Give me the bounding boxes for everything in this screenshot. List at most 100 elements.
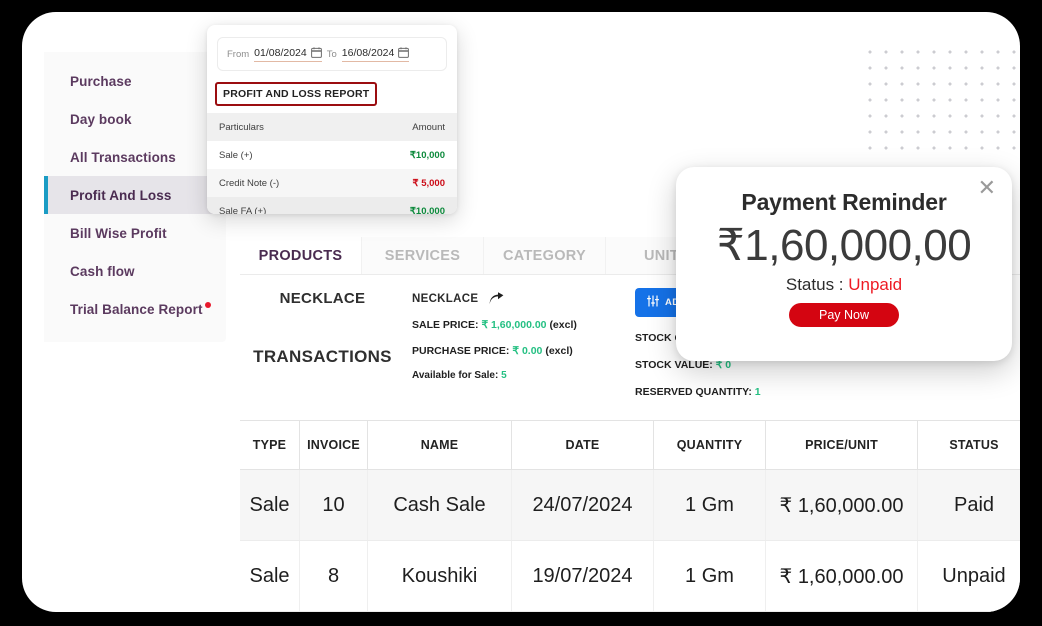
pl-header-row: Particulars Amount <box>207 113 457 141</box>
table-row[interactable]: Sale 10 Cash Sale 24/07/2024 1 Gm ₹ 1,60… <box>240 470 1020 541</box>
available-for-sale-value: 5 <box>501 370 507 381</box>
to-date-value: 16/08/2024 <box>341 46 395 59</box>
sidebar-item-label: Bill Wise Profit <box>70 225 167 241</box>
product-name-row: NECKLACE <box>412 292 577 305</box>
sliders-icon <box>647 295 659 310</box>
product-name: NECKLACE <box>412 292 479 305</box>
date-range-filter: From 01/08/2024 To 16/08/2024 <box>217 37 447 71</box>
to-label: To <box>326 48 337 60</box>
calendar-icon[interactable] <box>398 47 410 58</box>
table-row[interactable]: Sale 8 Koushiki 19/07/2024 1 Gm ₹ 1,60,0… <box>240 541 1020 612</box>
sale-price-line: SALE PRICE: ₹ 1,60,000.00 (excl) <box>412 319 577 331</box>
column-header-price: PRICE/UNIT <box>766 421 918 469</box>
cell-type: Sale <box>240 470 300 540</box>
column-header-invoice: INVOICE <box>300 421 368 469</box>
purchase-price-value: ₹ 0.00 <box>512 345 543 357</box>
from-label: From <box>227 48 250 60</box>
dot-pattern-decoration <box>868 50 1020 150</box>
sidebar-item-profit-and-loss[interactable]: Profit And Loss <box>44 176 226 214</box>
column-header-date: DATE <box>512 421 654 469</box>
sidebar-item-trial-balance-report[interactable]: Trial Balance Report <box>44 290 226 328</box>
from-date-input[interactable]: 01/08/2024 <box>254 47 322 62</box>
column-header-status: STATUS <box>949 438 999 452</box>
tab-products[interactable]: PRODUCTS <box>240 237 362 274</box>
reserved-quantity-label: RESERVED QUANTITY: <box>635 386 752 398</box>
cell-name: Koushiki <box>368 541 512 611</box>
column-header-name: NAME <box>368 421 512 469</box>
pl-particulars: Sale FA (+) <box>219 205 267 215</box>
column-header-quantity: QUANTITY <box>654 421 766 469</box>
from-date-value: 01/08/2024 <box>254 46 307 59</box>
pl-column-header-particulars: Particulars <box>219 121 264 133</box>
status-label: Status : <box>785 275 844 294</box>
detail-section-transactions-label: TRANSACTIONS <box>253 347 392 366</box>
share-icon[interactable] <box>489 292 504 305</box>
cell-quantity: 1 Gm <box>654 541 766 611</box>
pl-amount: ₹10,000 <box>409 205 445 215</box>
reserved-quantity-value: 1 <box>754 386 761 398</box>
cell-status: Paid <box>953 493 995 516</box>
to-date-input[interactable]: 16/08/2024 <box>341 46 410 62</box>
calendar-icon[interactable] <box>310 47 322 58</box>
tab-label: SERVICES <box>384 247 461 264</box>
profit-and-loss-table: Particulars Amount Sale (+) ₹10,000 Cred… <box>207 113 457 214</box>
purchase-price-suffix: (excl) <box>545 345 573 357</box>
notification-dot-icon <box>204 302 211 308</box>
purchase-price-label: PURCHASE PRICE: <box>412 345 510 357</box>
sidebar-item-cash-flow[interactable]: Cash flow <box>44 252 226 290</box>
sale-price-value: ₹ 1,60,000.00 <box>481 319 547 331</box>
cell-name: Cash Sale <box>368 470 512 540</box>
payment-reminder-status: Status : Unpaid <box>676 275 1012 295</box>
cell-quantity: 1 Gm <box>654 470 766 540</box>
sidebar-item-label: Trial Balance Report <box>70 301 203 317</box>
sidebar-item-purchase[interactable]: Purchase <box>44 62 226 100</box>
pl-row[interactable]: Credit Note (-) ₹ 5,000 <box>207 169 457 197</box>
cell-invoice: 8 <box>300 541 368 611</box>
sidebar-item-day-book[interactable]: Day book <box>44 100 226 138</box>
sidebar-item-label: Cash flow <box>70 263 135 279</box>
reserved-quantity-line: RESERVED QUANTITY: 1 <box>635 386 955 398</box>
sidebar-item-label: Day book <box>70 111 132 127</box>
sidebar-item-label: Purchase <box>70 73 132 89</box>
cell-date: 24/07/2024 <box>512 470 654 540</box>
pl-row[interactable]: Sale (+) ₹10,000 <box>207 141 457 169</box>
pl-column-header-amount: Amount <box>412 121 445 133</box>
status-badge: Unpaid <box>848 275 903 294</box>
screenshot-root: Purchase Day book All Transactions Profi… <box>0 0 1042 626</box>
payment-reminder-title: Payment Reminder <box>741 189 947 215</box>
tab-label: PRODUCTS <box>258 247 343 264</box>
sidebar-item-label: All Transactions <box>70 149 176 165</box>
payment-reminder-amount: ₹1,60,000,00 <box>716 221 972 270</box>
sidebar-item-all-transactions[interactable]: All Transactions <box>44 138 226 176</box>
tab-category[interactable]: CATEGORY <box>484 237 606 274</box>
column-header-type: TYPE <box>240 421 300 469</box>
cell-price: ₹ 1,60,000.00 <box>766 470 918 540</box>
profit-and-loss-report-card: From 01/08/2024 To 16/08/2024 PROFIT AND… <box>207 25 457 214</box>
pl-row[interactable]: Sale FA (+) ₹10,000 <box>207 197 457 214</box>
sale-price-suffix: (excl) <box>549 319 577 331</box>
detail-section-labels: NECKLACE TRANSACTIONS <box>240 290 405 367</box>
sidebar-nav: Purchase Day book All Transactions Profi… <box>44 52 226 342</box>
cell-date: 19/07/2024 <box>512 541 654 611</box>
sidebar-item-bill-wise-profit[interactable]: Bill Wise Profit <box>44 214 226 252</box>
tab-services[interactable]: SERVICES <box>362 237 484 274</box>
transactions-table: TYPE INVOICE NAME DATE QUANTITY PRICE/UN… <box>240 420 1020 612</box>
pl-particulars: Credit Note (-) <box>219 177 280 189</box>
table-body: Sale 10 Cash Sale 24/07/2024 1 Gm ₹ 1,60… <box>240 470 1020 612</box>
pl-amount: ₹10,000 <box>409 149 445 161</box>
cell-status: Unpaid <box>942 564 1006 587</box>
profit-and-loss-report-title: PROFIT AND LOSS REPORT <box>215 82 378 106</box>
cell-price: ₹ 1,60,000.00 <box>766 541 918 611</box>
close-icon[interactable]: ✕ <box>978 177 996 199</box>
available-for-sale-line: Available for Sale: 5 <box>412 370 577 381</box>
sidebar-item-label: Profit And Loss <box>70 187 172 203</box>
table-header-row: TYPE INVOICE NAME DATE QUANTITY PRICE/UN… <box>240 420 1020 470</box>
purchase-price-line: PURCHASE PRICE: ₹ 0.00 (excl) <box>412 345 577 357</box>
cell-invoice: 10 <box>300 470 368 540</box>
sale-price-label: SALE PRICE: <box>412 319 479 331</box>
pay-now-button[interactable]: Pay Now <box>788 303 900 327</box>
product-info-block: NECKLACE SALE PRICE: ₹ 1,60,000.00 (excl… <box>412 292 577 381</box>
pl-amount: ₹ 5,000 <box>412 177 445 189</box>
payment-reminder-popup: ✕ Payment Reminder ₹1,60,000,00 Status :… <box>676 167 1012 361</box>
detail-section-item-label: NECKLACE <box>279 290 366 307</box>
